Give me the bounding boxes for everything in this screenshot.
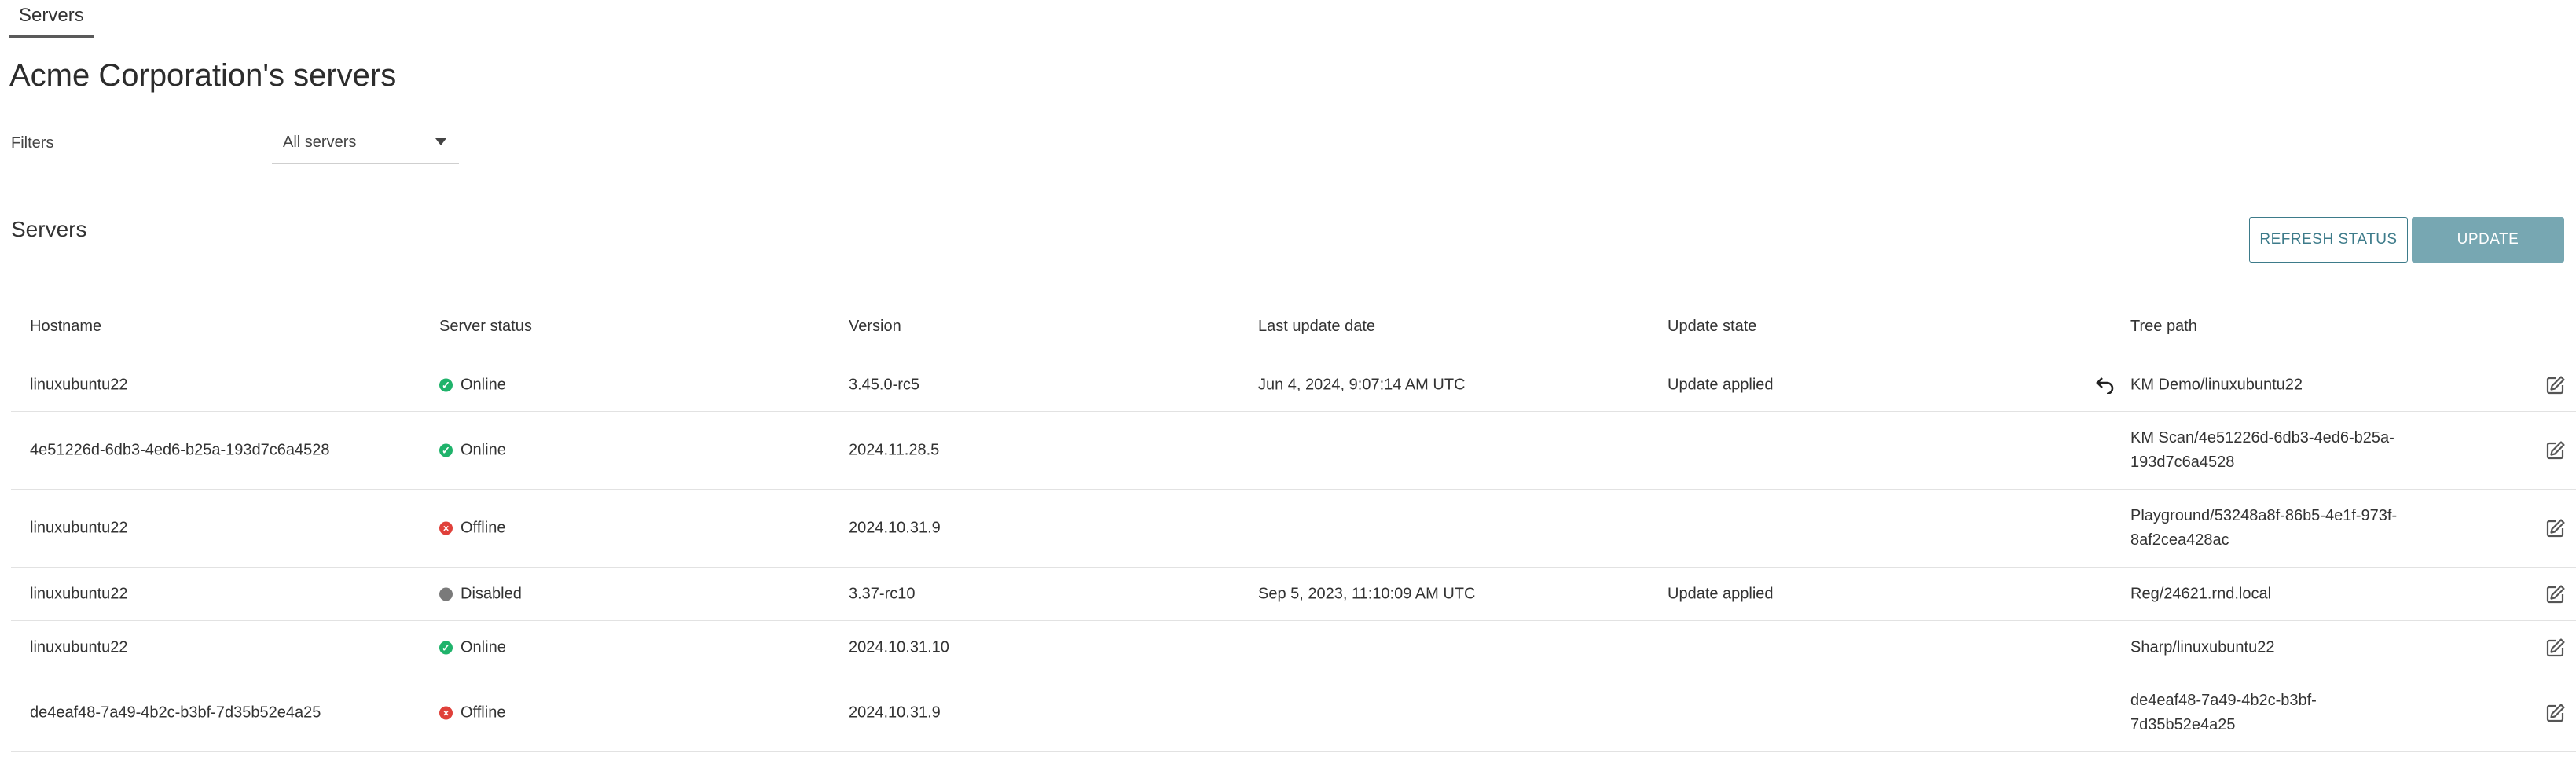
tree-path-line: Reg/24621.rnd.local: [2130, 585, 2272, 602]
server-status-cell: Disabled: [439, 585, 522, 603]
status-label: Online: [461, 376, 506, 393]
last-update-date-cell: Jun 4, 2024, 9:07:14 AM UTC: [1258, 376, 1466, 393]
table-row[interactable]: de4eaf48-7a49-4b2c-b3bf- 7d35b52e4a25 × Off…: [11, 674, 2576, 752]
edit-icon[interactable]: [2545, 517, 2567, 539]
table-row[interactable]: linuxubuntu22 × Offline 2024.10.31.9 Playgro…: [11, 490, 2576, 568]
edit-icon[interactable]: [2545, 439, 2567, 461]
hostname-cell: linuxubuntu22: [30, 585, 128, 602]
tree-path-line: 193d7c6a4528: [2130, 454, 2235, 471]
check-circle-icon: ✓: [439, 378, 453, 391]
update-state-cell: Update applied: [1668, 376, 1774, 393]
disabled-dot-icon: [439, 587, 453, 601]
hostname-cell: de4eaf48-7a49-4b2c-b3bf-7d35b52e4a25: [30, 704, 321, 722]
version-cell: 2024.10.31.9: [849, 704, 941, 722]
table-row[interactable]: 4e51226d-6db3-4ed6-b25a-193d7c6a4528 ✓ Onl…: [11, 412, 2576, 490]
server-filter-select[interactable]: All servers: [272, 124, 459, 164]
tree-path-cell: de4eaf48-7a49-4b2c-b3bf- 7d35b52e4a25: [2130, 689, 2413, 737]
edit-icon[interactable]: [2545, 374, 2567, 396]
servers-page: Servers Acme Corporation's servers Filte…: [0, 0, 2576, 768]
x-circle-icon: ×: [439, 521, 453, 535]
column-header-hostname: Hostname: [30, 318, 102, 335]
update-state-cell: Update applied: [1668, 585, 1774, 602]
server-status-cell: × Offline: [439, 520, 505, 538]
servers-table: Hostname Server status Version Last upda…: [11, 308, 2576, 752]
status-label: Online: [461, 638, 506, 656]
section-title: Servers: [11, 217, 87, 241]
hostname-cell: 4e51226d-6db3-4ed6-b25a-193d7c6a4528: [30, 441, 330, 459]
tree-path-cell: Sharp/linuxubuntu22: [2130, 635, 2413, 660]
column-header-last-update-date: Last update date: [1258, 318, 1376, 335]
table-body: linuxubuntu22 ✓ Online 3.45.0-rc5 Jun 4, 202…: [11, 358, 2576, 752]
tree-path-line: de4eaf48-7a49-4b2c-b3bf-: [2130, 692, 2317, 709]
caret-down-icon: [435, 138, 446, 145]
column-header-tree-path: Tree path: [2130, 318, 2197, 335]
edit-icon[interactable]: [2545, 637, 2567, 659]
refresh-status-button[interactable]: REFRESH STATUS: [2249, 217, 2408, 263]
page-title: Acme Corporation's servers: [9, 58, 397, 93]
hostname-cell: linuxubuntu22: [30, 376, 128, 393]
table-header: Hostname Server status Version Last upda…: [11, 308, 2576, 358]
undo-icon[interactable]: [2095, 377, 2115, 395]
filters-label: Filters: [11, 134, 54, 152]
column-header-server-status: Server status: [439, 318, 532, 335]
version-cell: 2024.11.28.5: [849, 441, 940, 459]
tree-path-line: Playground/53248a8f-86b5-4e1f-973f-: [2130, 507, 2398, 524]
status-label: Online: [461, 441, 506, 459]
table-row[interactable]: linuxubuntu22 Disabled 3.37-rc10 Sep 5, 202…: [11, 568, 2576, 621]
status-label: Offline: [461, 519, 506, 537]
server-status-cell: ✓ Online: [439, 442, 506, 460]
table-row[interactable]: linuxubuntu22 ✓ Online 3.45.0-rc5 Jun 4, 202…: [11, 358, 2576, 412]
version-cell: 2024.10.31.10: [849, 638, 949, 656]
tree-path-line: KM Scan/4e51226d-6db3-4ed6-b25a-: [2130, 429, 2394, 446]
version-cell: 3.37-rc10: [849, 585, 916, 602]
update-button[interactable]: UPDATE: [2412, 217, 2564, 263]
server-status-cell: ✓ Online: [439, 376, 506, 394]
tree-path-line: 8af2cea428ac: [2130, 531, 2229, 549]
version-cell: 2024.10.31.9: [849, 519, 941, 537]
server-status-cell: × Offline: [439, 704, 505, 722]
table-row[interactable]: linuxubuntu22 ✓ Online 2024.10.31.10 Sharp/l…: [11, 621, 2576, 674]
status-label: Disabled: [461, 585, 522, 602]
check-circle-icon: ✓: [439, 443, 453, 457]
tree-path-cell: KM Demo/linuxubuntu22: [2130, 373, 2413, 397]
tree-path-cell: KM Scan/4e51226d-6db3-4ed6-b25a- 193d7c6a…: [2130, 426, 2413, 475]
tab-servers[interactable]: Servers: [9, 0, 94, 38]
tree-path-line: KM Demo/linuxubuntu22: [2130, 376, 2303, 393]
server-filter-value: All servers: [283, 134, 357, 151]
tree-path-line: 7d35b52e4a25: [2130, 716, 2236, 733]
server-status-cell: ✓ Online: [439, 638, 506, 656]
status-label: Offline: [461, 704, 506, 722]
hostname-cell: linuxubuntu22: [30, 519, 128, 537]
x-circle-icon: ×: [439, 706, 453, 720]
tree-path-cell: Playground/53248a8f-86b5-4e1f-973f- 8af2c…: [2130, 504, 2413, 553]
tab-bar: Servers: [9, 0, 94, 38]
check-circle-icon: ✓: [439, 641, 453, 654]
tree-path-line: Sharp/linuxubuntu22: [2130, 638, 2275, 656]
last-update-date-cell: Sep 5, 2023, 11:10:09 AM UTC: [1258, 585, 1476, 602]
edit-icon[interactable]: [2545, 583, 2567, 605]
column-header-version: Version: [849, 318, 901, 335]
edit-icon[interactable]: [2545, 702, 2567, 724]
tree-path-cell: Reg/24621.rnd.local: [2130, 582, 2413, 606]
hostname-cell: linuxubuntu22: [30, 638, 128, 656]
version-cell: 3.45.0-rc5: [849, 376, 920, 393]
column-header-update-state: Update state: [1668, 318, 1757, 335]
